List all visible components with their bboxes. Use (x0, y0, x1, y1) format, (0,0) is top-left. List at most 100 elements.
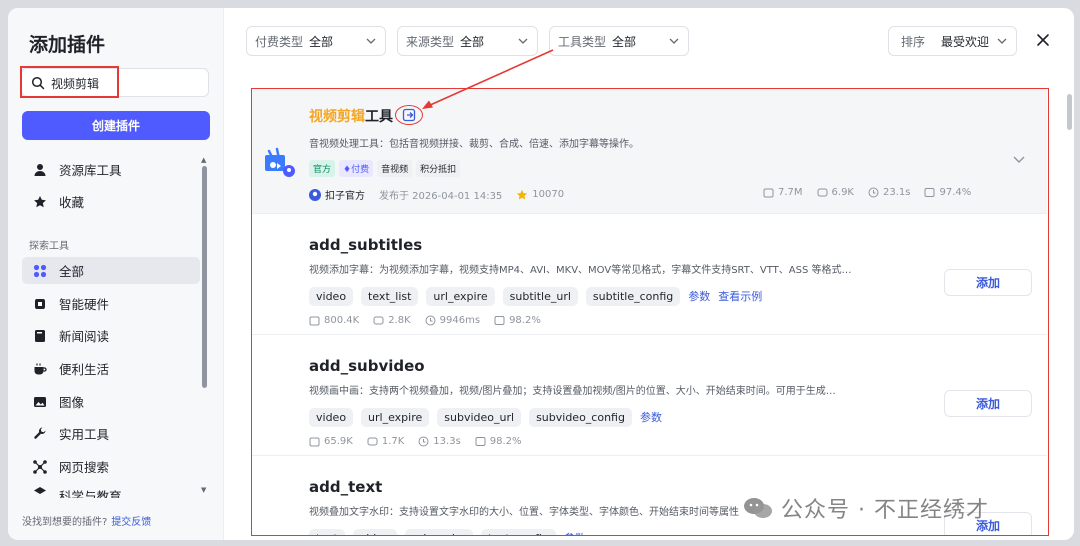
clock-icon (418, 436, 429, 447)
chip-icon (33, 297, 47, 311)
sidebar: 添加插件 创建插件 资源库工具 收藏 探索工具 全部 智能硬件 新闻阅读 (8, 8, 224, 540)
sidebar-item-label: 网页搜索 (59, 460, 110, 475)
stat-latency: 23.1s (868, 187, 910, 198)
filter-value: 全部 (460, 34, 485, 49)
stat-value: 98.2% (489, 436, 522, 447)
success-icon (494, 316, 505, 325)
tag-av: 音视频 (377, 160, 413, 177)
chevron-down-icon (366, 38, 376, 44)
sidebar-item-favorites[interactable]: 收藏 (22, 188, 200, 215)
sidebar-item-science[interactable]: 科学与教育 (22, 486, 200, 498)
add-button[interactable]: 添加 (944, 512, 1032, 535)
sidebar-item-label: 收藏 (59, 195, 85, 210)
view-example-link[interactable]: 查看示例 (718, 288, 762, 304)
filter-value: 全部 (309, 34, 334, 49)
tool-card-add-subvideo: add_subvideo 视频画中画：支持两个视频叠加，视频/图片叠加；支持设置… (252, 335, 1047, 456)
stat-bots: 2.8K (373, 315, 411, 326)
plugin-title: 视频剪辑工具 (309, 106, 393, 126)
tag-official: 官方 (309, 160, 336, 177)
tool-card-add-subtitles: add_subtitles 视频添加字幕：为视频添加字幕，视频支持MP4、AVI… (252, 214, 1047, 335)
sidebar-item-label: 便利生活 (59, 362, 110, 377)
sidebar-item-web-search[interactable]: 网页搜索 (22, 453, 200, 480)
param-chip: url_expire (361, 408, 430, 427)
search-input[interactable] (51, 73, 201, 93)
sidebar-item-label: 全部 (59, 264, 85, 279)
stat-value: 23.1s (883, 187, 911, 198)
param-chip: video (352, 529, 397, 535)
add-button[interactable]: 添加 (944, 390, 1032, 417)
sidebar-item-all[interactable]: 全部 (22, 257, 200, 284)
star-icon (33, 195, 47, 209)
sidebar-item-hardware[interactable]: 智能硬件 (22, 290, 200, 317)
stat-bots: 1.7K (367, 436, 404, 447)
external-link-annotation (395, 105, 423, 125)
add-button[interactable]: 添加 (944, 269, 1032, 296)
star-count: 10070 (516, 189, 564, 201)
list-scrollbar-thumb[interactable] (1067, 94, 1072, 130)
sidebar-item-news[interactable]: 新闻阅读 (22, 322, 200, 349)
stat-success: 97.4% (924, 187, 971, 198)
sidebar-scrollbar-thumb[interactable] (202, 166, 207, 388)
sidebar-item-utilities[interactable]: 实用工具 (22, 420, 200, 447)
stat-latency: 13.3s (418, 436, 461, 447)
stat-latency: 9946ms (425, 315, 480, 326)
params-link[interactable]: 参数 (640, 409, 662, 425)
chevron-down-icon (669, 38, 679, 44)
params-link[interactable]: 参数 (564, 530, 586, 535)
stat-value: 800.4K (324, 315, 360, 326)
filter-label: 来源类型 (406, 34, 455, 49)
sort-value: 最受欢迎 (941, 34, 990, 49)
scroll-down-icon[interactable]: ▼ (201, 486, 206, 494)
param-chip: subtitle_config (585, 287, 681, 306)
sidebar-item-label: 图像 (59, 395, 85, 410)
dialog-title: 添加插件 (29, 34, 106, 56)
tool-params: video url_expire subvideo_url subvideo_conf… (309, 406, 670, 427)
param-chip: video (309, 408, 354, 427)
tool-stats: 800.4K 2.8K 9946ms 98.2% (309, 315, 555, 326)
tool-description: 视频添加字幕：为视频添加字幕，视频支持MP4、AVI、MKV、MOV等常见格式，… (309, 265, 852, 276)
tag-paid: ♦付费 (339, 160, 374, 177)
coffee-icon (33, 362, 47, 376)
tool-description: 视频画中画：支持两个视频叠加，视频/图片叠加；支持设置叠加视频/图片的位置、大小… (309, 386, 836, 397)
sidebar-item-life[interactable]: 便利生活 (22, 355, 200, 382)
filter-source-type[interactable]: 来源类型 全部 (397, 26, 538, 56)
bot-icon (373, 316, 384, 325)
chevron-down-icon (997, 38, 1007, 44)
tool-name: add_subvideo (309, 357, 425, 375)
filter-tool-type[interactable]: 工具类型 全部 (549, 26, 689, 56)
section-label: 探索工具 (29, 241, 69, 252)
scroll-up-icon[interactable]: ▲ (201, 156, 206, 164)
add-plugin-dialog: 添加插件 创建插件 资源库工具 收藏 探索工具 全部 智能硬件 新闻阅读 (8, 8, 1074, 540)
diamond-icon: ♦ (343, 165, 352, 175)
feedback-link[interactable]: 提交反馈 (111, 517, 151, 528)
book-icon (33, 329, 47, 343)
plugin-list: 视频剪辑工具 音视频处理工具：包括音视频拼接、裁剪、合成、倍速、添加字幕等操作。… (251, 88, 1049, 536)
chevron-down-icon[interactable] (1012, 155, 1026, 165)
school-icon (33, 486, 47, 498)
stat-calls: 800.4K (309, 315, 359, 326)
author-name: 扣子官方 (325, 191, 365, 202)
filter-pay-type[interactable]: 付费类型 全部 (246, 26, 386, 56)
filter-label: 付费类型 (255, 34, 304, 49)
stat-calls: 65.9K (309, 436, 353, 447)
stat-value: 2.8K (388, 315, 411, 326)
sidebar-item-image[interactable]: 图像 (22, 388, 200, 415)
stat-success: 98.2% (475, 436, 522, 447)
params-link[interactable]: 参数 (688, 288, 710, 304)
param-chip: text (309, 529, 345, 535)
sidebar-item-label: 资源库工具 (59, 163, 122, 178)
stat-value: 7.7M (778, 187, 803, 198)
sort-select[interactable]: 排序 最受欢迎 (888, 26, 1017, 56)
person-icon (33, 163, 47, 177)
bot-icon (367, 437, 378, 446)
param-chip: text_list (361, 287, 419, 306)
create-plugin-button[interactable]: 创建插件 (22, 111, 210, 140)
sidebar-item-library[interactable]: 资源库工具 (22, 156, 200, 183)
close-icon[interactable] (1035, 32, 1051, 48)
search-box[interactable] (21, 68, 209, 97)
plugin-card-video-editing[interactable]: 视频剪辑工具 音视频处理工具：包括音视频拼接、裁剪、合成、倍速、添加字幕等操作。… (252, 89, 1047, 214)
sort-label: 排序 (901, 34, 926, 49)
grid-icon (33, 264, 47, 278)
search-icon (31, 76, 45, 90)
author: 扣子官方 (309, 187, 365, 202)
